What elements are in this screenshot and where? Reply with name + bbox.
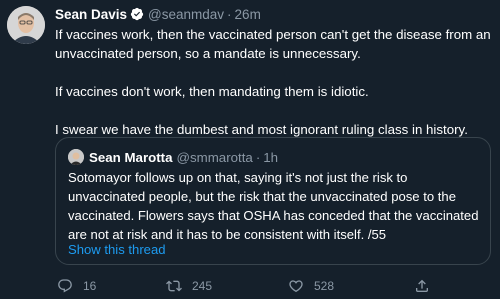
quoted-author-name: Sean Marotta bbox=[89, 149, 173, 165]
author-avatar[interactable] bbox=[7, 6, 45, 44]
show-thread-link[interactable]: Show this thread bbox=[68, 242, 166, 257]
quoted-tweet-card[interactable]: Sean Marotta @smmarotta · 1h Sotomayor f… bbox=[55, 137, 491, 265]
like-count: 528 bbox=[314, 279, 335, 293]
reply-button[interactable]: 16 bbox=[57, 278, 96, 294]
reply-count: 16 bbox=[83, 279, 97, 293]
reply-icon bbox=[57, 278, 73, 294]
retweet-icon bbox=[166, 278, 182, 294]
quoted-author-handle: @smmarotta bbox=[176, 149, 253, 165]
tweet-text: If vaccines work, then the vaccinated pe… bbox=[55, 25, 495, 139]
retweet-button[interactable]: 245 bbox=[166, 278, 212, 294]
quoted-tweet-timestamp: 1h bbox=[263, 149, 279, 165]
retweet-count: 245 bbox=[192, 279, 213, 293]
share-button[interactable] bbox=[414, 278, 430, 294]
quoted-author-avatar bbox=[68, 149, 84, 165]
like-button[interactable]: 528 bbox=[288, 278, 334, 294]
verified-badge-icon bbox=[130, 7, 144, 21]
author-name[interactable]: Sean Davis bbox=[55, 7, 127, 22]
quoted-header-separator: · bbox=[255, 149, 261, 165]
tweet-action-bar: 16 245 528 bbox=[55, 278, 495, 298]
author-handle[interactable]: @seanmdav bbox=[148, 7, 224, 22]
quoted-tweet-header: Sean Marotta @smmarotta · 1h bbox=[68, 149, 278, 165]
tweet-paragraph: If vaccines don't work, then mandating t… bbox=[55, 84, 369, 99]
heart-icon bbox=[288, 278, 304, 294]
avatar-image bbox=[7, 6, 45, 44]
header-separator: · bbox=[227, 6, 232, 22]
tweet-paragraph: If vaccines work, then the vaccinated pe… bbox=[55, 27, 491, 61]
quoted-tweet-text: Sotomayor follows up on that, saying it'… bbox=[68, 170, 479, 242]
share-icon bbox=[414, 278, 430, 294]
tweet-timestamp[interactable]: 26m bbox=[235, 7, 261, 22]
tweet-header: Sean Davis @seanmdav · 26m bbox=[55, 5, 261, 23]
